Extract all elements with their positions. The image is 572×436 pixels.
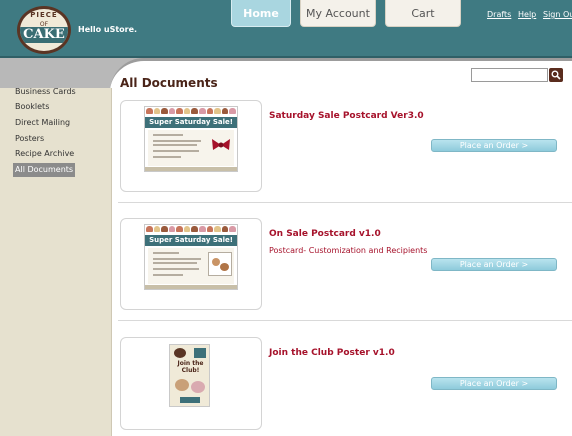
join-club-poster-thumbnail: Join the Club! xyxy=(169,344,210,407)
poster-photo xyxy=(175,379,189,391)
logo-piece-text: PIECE xyxy=(30,11,58,19)
help-link[interactable]: Help xyxy=(518,10,536,19)
cupcake-row-icon xyxy=(146,108,236,114)
page-title: All Documents xyxy=(120,76,218,90)
sign-out-link[interactable]: Sign Ou xyxy=(543,10,572,19)
tab-cart[interactable]: Cart xyxy=(385,0,461,27)
poster-photo xyxy=(191,381,205,393)
search-icon xyxy=(551,70,561,80)
sidebar-item-direct-mailing[interactable]: Direct Mailing xyxy=(15,116,70,130)
poster-qr-code xyxy=(194,348,206,358)
piece-of-cake-logo[interactable]: PIECE OF CAKE xyxy=(17,6,71,54)
poster-logo xyxy=(174,348,186,358)
product-name-link[interactable]: Saturday Sale Postcard Ver3.0 xyxy=(269,111,424,121)
place-order-button[interactable]: Place an Order > xyxy=(431,139,557,152)
search-button[interactable] xyxy=(549,68,563,82)
product-separator xyxy=(118,202,572,203)
tab-home[interactable]: Home xyxy=(231,0,291,27)
greeting-text: Hello uStore. xyxy=(78,25,138,34)
postcard-footer xyxy=(145,285,237,289)
product-separator xyxy=(118,320,572,321)
on-sale-postcard-thumbnail: Super Saturday Sale! xyxy=(144,224,238,290)
place-order-button[interactable]: Place an Order > xyxy=(431,377,557,390)
poster-headline: Join the Club! xyxy=(177,360,204,374)
drafts-link[interactable]: Drafts xyxy=(487,10,511,19)
pastry-photo xyxy=(208,252,232,276)
product-description: Postcard- Customization and Recipients xyxy=(269,246,428,255)
poster-footer xyxy=(180,397,200,403)
logo-cake-text: CAKE xyxy=(23,27,65,42)
sidebar-item-booklets[interactable]: Booklets xyxy=(15,100,49,114)
ribbon-bow-icon xyxy=(212,139,230,150)
sidebar-item-posters[interactable]: Posters xyxy=(15,132,44,146)
header-bar: PIECE OF CAKE Hello uStore. Home My Acco… xyxy=(0,0,572,58)
product-name-link[interactable]: Join the Club Poster v1.0 xyxy=(269,348,395,358)
postcard-banner-text: Super Saturday Sale! xyxy=(149,118,233,126)
sidebar-item-all-documents[interactable]: All Documents xyxy=(13,163,76,177)
postcard-footer xyxy=(145,167,237,171)
postcard-body xyxy=(148,248,234,284)
search-input[interactable] xyxy=(471,68,548,82)
cupcake-row-icon xyxy=(146,226,236,232)
product-name-link[interactable]: On Sale Postcard v1.0 xyxy=(269,229,381,239)
place-order-button[interactable]: Place an Order > xyxy=(431,258,557,271)
sidebar-item-recipe-archive[interactable]: Recipe Archive xyxy=(15,147,74,161)
postcard-body xyxy=(148,130,234,166)
tab-my-account[interactable]: My Account xyxy=(300,0,376,27)
sidebar-item-business-cards[interactable]: Business Cards xyxy=(15,85,76,99)
postcard-banner-text: Super Saturday Sale! xyxy=(149,236,233,244)
saturday-sale-postcard-thumbnail: Super Saturday Sale! xyxy=(144,106,238,172)
